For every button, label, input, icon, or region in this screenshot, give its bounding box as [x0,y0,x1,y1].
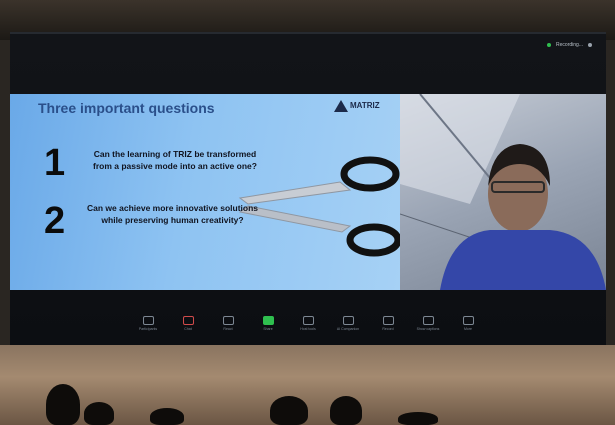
audience-head [270,396,308,425]
question-text-1: Can the learning of TRIZ be transformed … [93,149,257,171]
share-label: Share [263,327,273,331]
captions-label: Show captions [416,327,440,331]
recording-icon [547,43,552,47]
more-label: More [464,327,472,331]
projection-screen: Recording... Three important questions M… [10,32,606,352]
react-label: React [223,327,233,331]
chat-button[interactable]: Chat [175,316,201,331]
question-text-2: Can we achieve more innovative solutions… [87,203,258,225]
speaker-shirt [440,230,606,290]
react-icon [222,316,234,325]
host-tools-button[interactable]: Host tools [295,316,321,331]
ai-companion-label: AI Companion [336,327,360,331]
more-icon [462,316,474,325]
ai-companion-button[interactable]: AI Companion [335,316,361,331]
host-tools-label: Host tools [300,327,316,331]
view-icon[interactable] [588,43,592,47]
speaker-background [400,94,606,290]
speaker-video [400,94,606,290]
shared-slide: Three important questions MATRIZ 1 Can t… [10,94,400,290]
record-button[interactable]: Record [375,316,401,331]
participants-button[interactable]: Participants [135,316,161,331]
chat-label: Chat [184,327,192,331]
captions-button[interactable]: Show captions [415,316,441,331]
scissors-handle-top [340,156,400,192]
question-number-2: 2 [44,200,66,242]
ai-companion-icon [342,316,354,325]
scissors-handle-bottom [346,223,400,257]
react-button[interactable]: React [215,316,241,331]
record-label: Record [382,327,394,331]
question-number-1: 1 [44,142,66,184]
captions-icon [422,316,434,325]
share-button[interactable]: Share [255,316,281,331]
audience-head [150,408,184,425]
participants-label: Participants [138,327,158,331]
participants-icon [142,316,154,325]
more-button[interactable]: More [455,316,481,331]
scissors-image [238,156,400,257]
audience-head [46,384,80,425]
share-screen-icon [262,316,274,325]
record-icon [382,316,394,325]
recording-status: Recording... [556,42,583,48]
audience-head [84,402,114,425]
meeting-status-bar: Recording... [547,42,592,48]
audience-head [398,412,438,425]
audience-head [330,396,362,425]
chat-icon [182,316,194,325]
host-tools-icon [302,316,314,325]
